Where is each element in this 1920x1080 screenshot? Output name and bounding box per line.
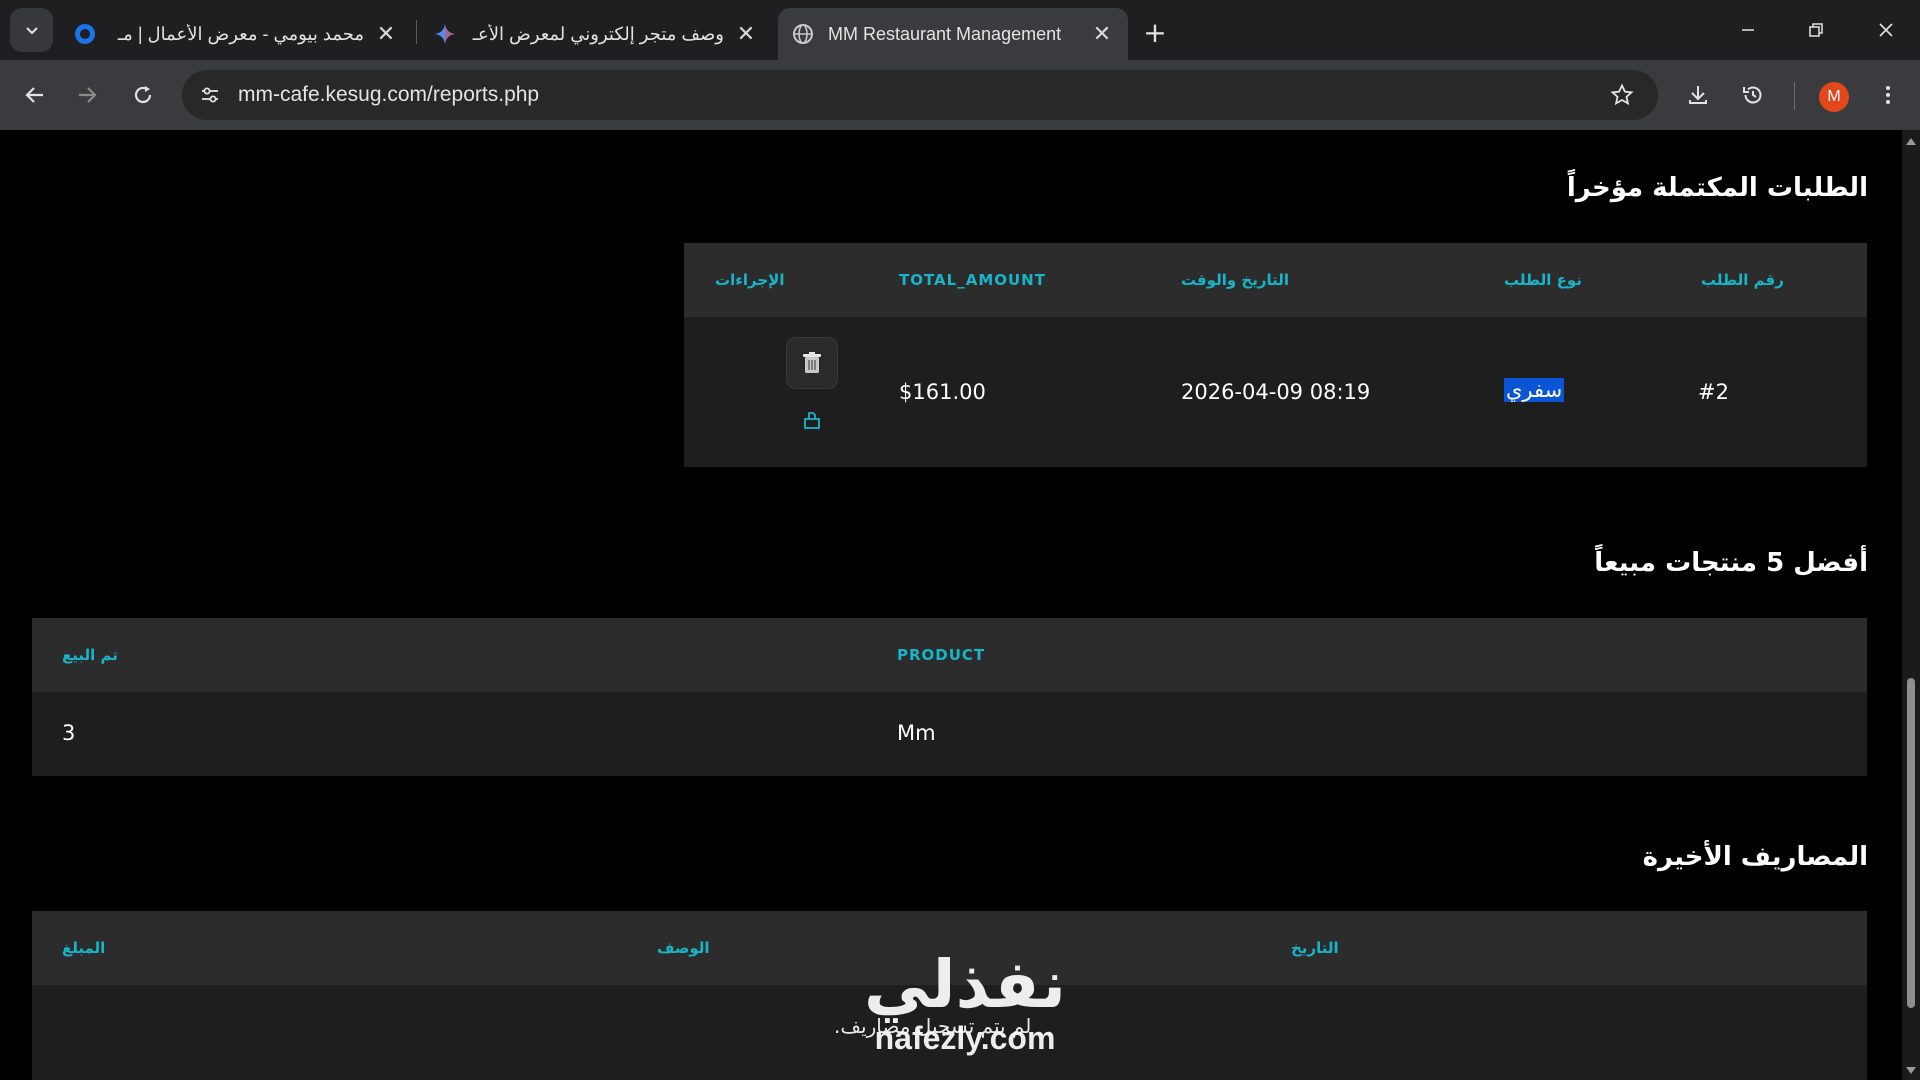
header-sold: تم البيع [62,646,118,664]
downloads-button[interactable] [1679,76,1717,114]
back-button[interactable] [16,76,54,114]
top-products-table: PRODUCT تم البيع Mm 3 [32,618,1867,776]
recent-expenses-title: المصاريف الأخيرة [1642,842,1868,872]
empty-expenses-message: لم يتم تسجيل مصاريف. [834,1014,1032,1038]
browser-tabstrip: محمد بيومي - معرض الأعمال | مـ ✕ وصف متج… [0,0,1920,60]
product-name: Mm [897,721,936,745]
product-sold-count: 3 [62,721,76,745]
order-total: $161.00 [899,380,986,404]
restore-button[interactable] [1794,10,1838,50]
header-description: الوصف [657,939,710,957]
tab-search-button[interactable] [10,8,53,52]
scroll-up-arrow-icon[interactable] [1906,138,1916,145]
gemini-sparkle-icon [434,23,456,45]
circle-logo-icon [74,23,96,45]
toolbar-divider [1794,82,1795,110]
close-icon[interactable]: ✕ [374,22,398,47]
header-order-no: رقم الطلب [1701,271,1784,289]
url-text[interactable]: mm-cafe.kesug.com/reports.php [238,83,539,107]
close-icon[interactable]: ✕ [734,22,758,47]
chevron-down-icon [25,27,38,35]
trash-icon [803,352,821,373]
scroll-thumb[interactable] [1907,678,1915,1008]
close-icon[interactable]: ✕ [1090,22,1114,47]
table-header: PRODUCT تم البيع [32,618,1867,692]
minimize-button[interactable] [1726,10,1770,50]
header-actions: الإجراءات [715,271,785,289]
download-icon [1689,86,1707,104]
header-order-type: نوع الطلب [1504,271,1582,289]
header-datetime: التاريخ والوقت [1181,271,1290,289]
tab-divider [416,20,417,44]
site-settings-icon[interactable] [196,81,224,109]
print-icon [804,412,820,429]
new-tab-button[interactable]: + [1137,14,1173,50]
completed-orders-title: الطلبات المكتملة مؤخراً [1566,173,1868,203]
top-products-title: أفضل 5 منتجات مبيعاً [1594,548,1868,578]
print-receipt-button[interactable] [799,407,825,433]
restore-icon [1809,23,1823,37]
tab-title: MM Restaurant Management [828,23,1062,44]
header-total-amount: TOTAL_AMOUNT [899,271,1046,289]
tab-title: وصف متجر إلكتروني لمعرض الأعـ [472,23,724,44]
forward-button[interactable] [68,76,106,114]
kebab-menu-icon [1886,86,1890,104]
history-button[interactable] [1734,76,1772,114]
recent-expenses-table: التاريخ الوصف المبلغ لم يتم تسجيل مصاريف… [32,911,1867,1080]
browser-toolbar: mm-cafe.kesug.com/reports.php M [0,60,1920,130]
order-type: سفري [1504,378,1565,402]
delete-order-button[interactable] [786,337,838,389]
browser-menu-button[interactable] [1869,76,1907,114]
profile-avatar[interactable]: M [1819,82,1849,112]
table-header: رقم الطلب نوع الطلب التاريخ والوقت TOTAL… [684,243,1867,317]
tab-store-description[interactable]: وصف متجر إلكتروني لمعرض الأعـ ✕ [420,8,772,60]
scroll-down-arrow-icon[interactable] [1906,1067,1916,1074]
table-header: التاريخ الوصف المبلغ [32,911,1867,985]
close-icon [1879,23,1893,37]
minimize-icon [1742,29,1754,31]
window-close-button[interactable] [1864,10,1908,50]
header-date: التاريخ [1291,939,1339,957]
page-scrollbar[interactable] [1902,130,1920,1080]
header-amount: المبلغ [62,939,106,957]
reload-icon [134,86,152,104]
bookmark-star-icon[interactable] [1608,81,1636,109]
completed-orders-table: رقم الطلب نوع الطلب التاريخ والوقت TOTAL… [684,243,1867,467]
history-icon [1743,86,1762,104]
arrow-left-icon [25,87,43,103]
order-datetime: 2026-04-09 08:19 [1181,380,1371,404]
tab-mm-restaurant[interactable]: MM Restaurant Management ✕ [778,8,1128,60]
page-viewport: الطلبات المكتملة مؤخراً رقم الطلب نوع ال… [0,130,1920,1080]
globe-icon [792,23,814,45]
header-product: PRODUCT [897,646,986,664]
order-number: #2 [1698,380,1729,404]
tab-portfolio[interactable]: محمد بيومي - معرض الأعمال | مـ ✕ [60,8,412,60]
reload-button[interactable] [124,76,162,114]
address-bar[interactable]: mm-cafe.kesug.com/reports.php [182,70,1658,120]
tab-title: محمد بيومي - معرض الأعمال | مـ [117,23,364,44]
arrow-right-icon [79,87,97,103]
